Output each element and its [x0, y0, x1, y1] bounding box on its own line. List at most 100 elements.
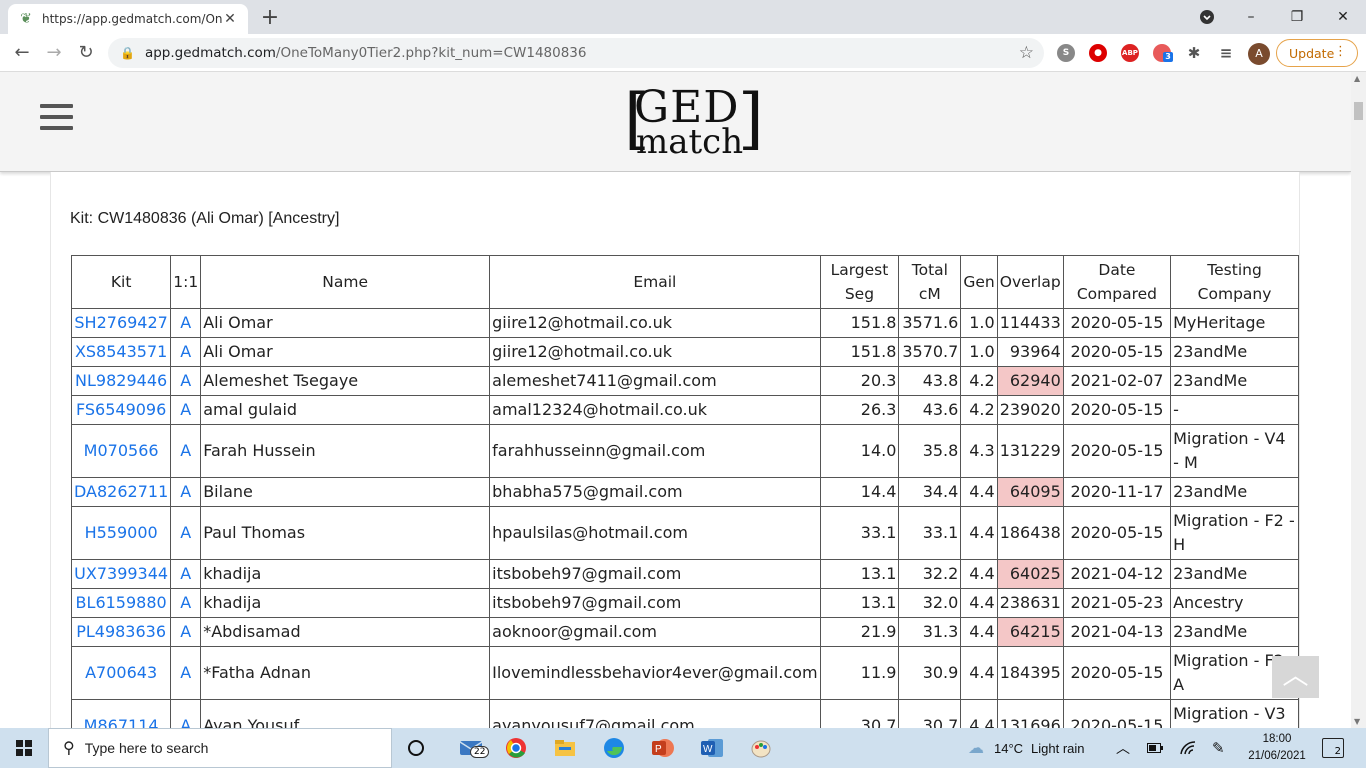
- puzzle-extensions-icon[interactable]: ✱: [1185, 44, 1203, 62]
- hamburger-menu-icon[interactable]: [40, 104, 73, 130]
- cell-kit[interactable]: XS8543571: [70, 337, 172, 367]
- cell-kit[interactable]: H559000: [70, 506, 172, 560]
- cell-one-to-one-link[interactable]: A: [170, 588, 202, 618]
- profile-avatar[interactable]: A: [1248, 43, 1270, 65]
- forward-arrow-icon[interactable]: →: [42, 41, 66, 65]
- cell-overlap: 114433: [996, 308, 1064, 338]
- paint-icon[interactable]: [747, 734, 775, 762]
- cell-total-cm: 31.3: [898, 617, 962, 647]
- new-tab-icon[interactable]: +: [258, 5, 282, 30]
- cell-largest-seg: 13.1: [819, 559, 900, 589]
- back-arrow-icon[interactable]: ←: [10, 41, 34, 65]
- cell-email: alemeshet7411@gmail.com: [489, 366, 821, 396]
- cell-total-cm: 43.8: [898, 366, 962, 396]
- taskbar-clock[interactable]: 18:00 21/06/2021: [1244, 731, 1310, 765]
- cell-kit[interactable]: M070566: [70, 424, 172, 478]
- chrome-icon[interactable]: [502, 734, 530, 762]
- cell-one-to-one-link[interactable]: A: [170, 506, 202, 560]
- cell-kit[interactable]: FS6549096: [70, 395, 172, 425]
- browser-tab[interactable]: ❦ https://app.gedmatch.com/OneT ✕: [8, 4, 248, 34]
- cell-kit[interactable]: NL9829446: [70, 366, 172, 396]
- cell-one-to-one-link[interactable]: A: [170, 559, 202, 589]
- cell-email: amal12324@hotmail.co.uk: [489, 395, 821, 425]
- cell-email: itsbobeh97@gmail.com: [489, 588, 821, 618]
- cell-date-compared: 2020-05-15: [1062, 699, 1172, 728]
- cell-one-to-one-link[interactable]: A: [170, 699, 202, 728]
- extension-with-badge-icon[interactable]: 3: [1153, 44, 1173, 62]
- cell-kit[interactable]: A700643: [70, 646, 172, 700]
- minimize-icon[interactable]: –: [1236, 0, 1266, 34]
- clock-time: 18:00: [1262, 733, 1292, 745]
- page-scrollbar[interactable]: ▲ ▼: [1351, 72, 1366, 728]
- cell-largest-seg: 30.7: [819, 699, 900, 728]
- cell-gen: 4.4: [960, 699, 998, 728]
- close-window-icon[interactable]: ✕: [1328, 0, 1358, 34]
- cell-one-to-one-link[interactable]: A: [170, 337, 202, 367]
- pen-icon[interactable]: ✎: [1212, 728, 1225, 768]
- scroll-down-arrow-icon[interactable]: ▼: [1354, 717, 1360, 726]
- cell-one-to-one-link[interactable]: A: [170, 424, 202, 478]
- cell-one-to-one-link[interactable]: A: [170, 395, 202, 425]
- cell-email: aoknoor@gmail.com: [489, 617, 821, 647]
- cell-email: itsbobeh97@gmail.com: [489, 559, 821, 589]
- skype-extension-icon[interactable]: S: [1057, 44, 1075, 62]
- scroll-up-arrow-icon[interactable]: ▲: [1354, 74, 1360, 83]
- svg-text:P: P: [655, 744, 662, 755]
- address-bar[interactable]: 🔒 app.gedmatch.com/OneToMany0Tier2.php?k…: [108, 38, 1044, 68]
- weather-widget[interactable]: ☁ 14°C Light rain: [968, 728, 1085, 768]
- cell-largest-seg: 14.0: [819, 424, 900, 478]
- adblock-extension-icon[interactable]: ABP: [1121, 44, 1139, 62]
- taskbar-search-box[interactable]: ⚲ Type here to search: [48, 728, 392, 768]
- cell-largest-seg: 26.3: [819, 395, 900, 425]
- cell-testing-company: Migration - V3 -: [1170, 699, 1299, 728]
- cell-one-to-one-link[interactable]: A: [170, 366, 202, 396]
- show-hidden-icons-chevron-icon[interactable]: ︿: [1116, 728, 1130, 768]
- cell-kit[interactable]: PL4983636: [70, 617, 172, 647]
- cell-one-to-one-link[interactable]: A: [170, 646, 202, 700]
- header-testing-company: Testing Company: [1170, 255, 1299, 309]
- cell-one-to-one-link[interactable]: A: [170, 477, 202, 507]
- scroll-thumb[interactable]: [1354, 102, 1363, 120]
- battery-icon[interactable]: [1147, 728, 1163, 768]
- gedmatch-logo[interactable]: [ GED match ]: [624, 82, 764, 162]
- back-to-top-button[interactable]: ︿: [1272, 656, 1319, 698]
- notifications-icon[interactable]: 2: [1322, 738, 1344, 758]
- header-one-to-one: 1:1: [170, 255, 202, 309]
- cell-kit[interactable]: DA8262711: [70, 477, 172, 507]
- kit-info: Kit: CW1480836 (Ali Omar) [Ancestry]: [70, 210, 340, 227]
- powerpoint-icon[interactable]: P: [649, 734, 677, 762]
- close-tab-icon[interactable]: ✕: [222, 11, 238, 27]
- start-button[interactable]: [0, 728, 48, 768]
- table-row: XS8543571 A Ali Omar giire12@hotmail.co.uk 1…: [70, 337, 1299, 367]
- browser-toolbar: ← → ↻ 🔒 app.gedmatch.com/OneToMany0Tier2…: [0, 34, 1366, 72]
- mail-icon[interactable]: 22: [452, 734, 492, 762]
- cell-one-to-one-link[interactable]: A: [170, 617, 202, 647]
- weather-desc: Light rain: [1031, 740, 1085, 756]
- mail-badge: 22: [470, 746, 490, 758]
- task-view-icon[interactable]: [402, 734, 430, 762]
- stop-extension-icon[interactable]: ●: [1089, 44, 1107, 62]
- update-button[interactable]: Update ⋮: [1276, 39, 1358, 67]
- cell-kit[interactable]: UX7399344: [70, 559, 172, 589]
- bookmark-star-icon[interactable]: ☆: [1019, 43, 1034, 63]
- wifi-icon[interactable]: [1180, 728, 1196, 768]
- url-path: /OneToMany0Tier2.php?kit_num=CW1480836: [275, 45, 587, 61]
- cell-kit[interactable]: M867114: [70, 699, 172, 728]
- cell-kit[interactable]: SH2769427: [70, 308, 172, 338]
- cell-one-to-one-link[interactable]: A: [170, 308, 202, 338]
- word-icon[interactable]: W: [698, 734, 726, 762]
- cell-date-compared: 2020-05-15: [1062, 506, 1172, 560]
- reading-list-icon[interactable]: ≡: [1217, 44, 1235, 62]
- reload-icon[interactable]: ↻: [74, 41, 98, 65]
- edge-icon[interactable]: [600, 734, 628, 762]
- cell-overlap: 184395: [996, 646, 1064, 700]
- cell-gen: 4.2: [960, 395, 998, 425]
- cell-gen: 4.2: [960, 366, 998, 396]
- maximize-icon[interactable]: ❐: [1282, 0, 1312, 34]
- cell-overlap: 238631: [996, 588, 1064, 618]
- cell-largest-seg: 21.9: [819, 617, 900, 647]
- file-explorer-icon[interactable]: [551, 734, 579, 762]
- cell-kit[interactable]: BL6159880: [70, 588, 172, 618]
- cell-overlap: 93964: [996, 337, 1064, 367]
- tab-search-icon[interactable]: [1192, 0, 1222, 34]
